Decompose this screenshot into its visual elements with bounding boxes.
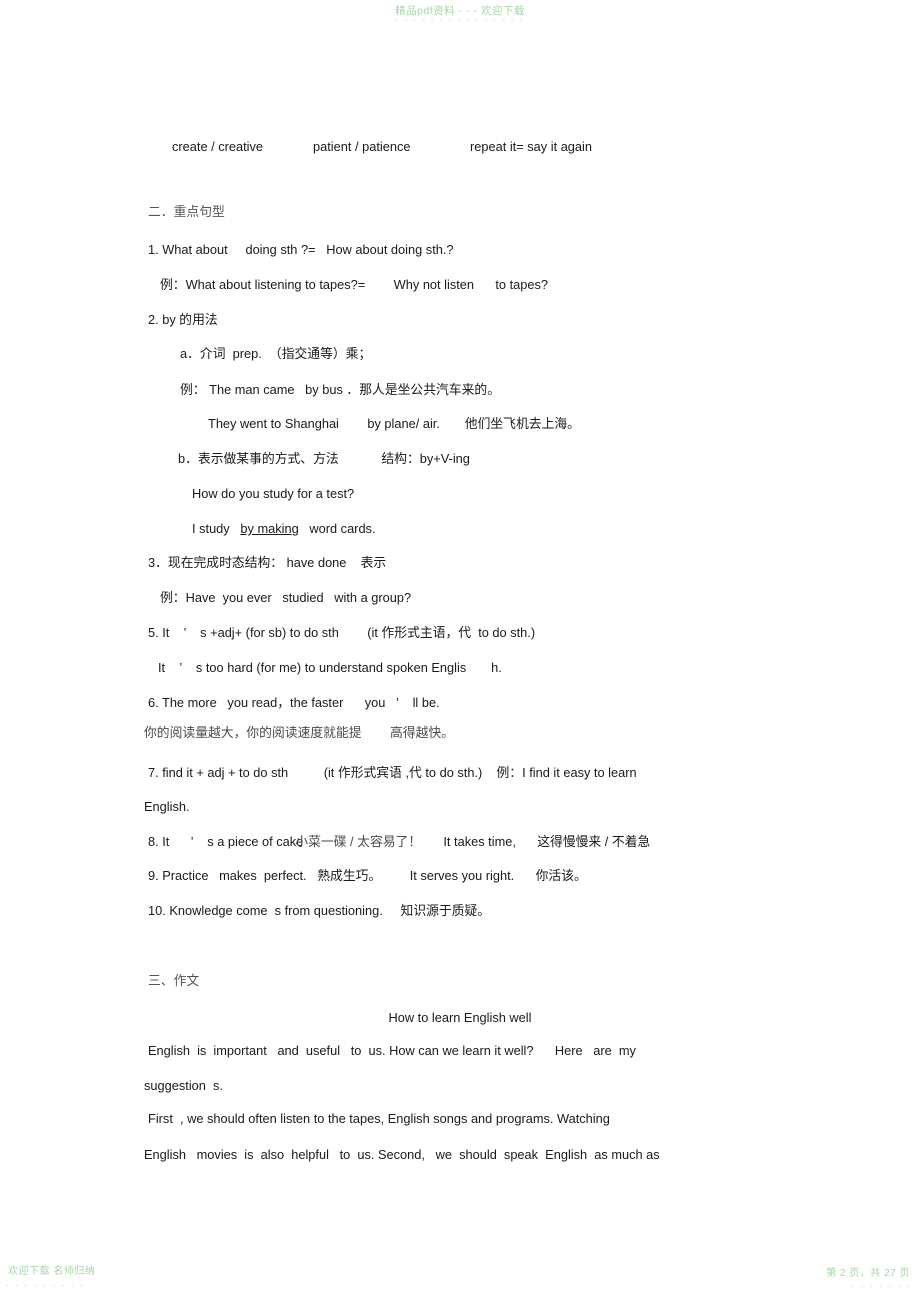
footer-watermark-right-dashes: - - - - - - - bbox=[851, 1282, 912, 1291]
sentence-pattern-2a-example-2: They went to Shanghai by plane/ air. 他们坐… bbox=[208, 416, 580, 431]
essay-title: How to learn English well bbox=[388, 1010, 532, 1025]
answer-underlined: by making bbox=[240, 521, 299, 536]
sentence-pattern-2a: a．介词 prep. （指交通等）乘； bbox=[180, 346, 372, 361]
sentence-pattern-3-example: 例：Have you ever studied with a group? bbox=[160, 590, 412, 605]
vocab-patient-patience: patient / patience bbox=[313, 139, 411, 154]
sentence-pattern-2b: b．表示做某事的方式、方法 结构：by+V-ing bbox=[178, 451, 470, 466]
sentence-pattern-6-translation: 你的阅读量越大，你的阅读速度就能提 高得越快。 bbox=[144, 725, 454, 740]
sentence-pattern-1-example: 例：What about listening to tapes?= Why no… bbox=[160, 277, 549, 292]
document-page: 精品pdf资料 - - - 欢迎下载 - - - - - - - - - - -… bbox=[0, 0, 920, 1303]
sentence-pattern-6: 6. The more you read，the faster you ’ ll… bbox=[148, 695, 440, 710]
vocab-create-creative: create / creative bbox=[172, 139, 264, 154]
footer-watermark-left: 欢迎下载 名师归纳 bbox=[8, 1266, 96, 1277]
sentence-pattern-8: 8. It ’ s a piece of cake小菜一碟 / 太容易了！ It… bbox=[148, 834, 920, 849]
sentence-pattern-3: 3．现在完成时态结构： have done 表示 bbox=[148, 555, 387, 570]
section3-heading: 三、作文 bbox=[148, 973, 200, 988]
sentence-pattern-7: 7. find it + adj + to do sth (it 作形式宾语 ,… bbox=[148, 765, 637, 780]
sentence-pattern-2: 2. by 的用法 bbox=[148, 312, 218, 327]
document-content: create / creative patient / patience rep… bbox=[0, 0, 920, 1161]
pattern-8-english: 8. It ’ s a piece of cake bbox=[148, 834, 304, 849]
top-watermark-dashes: - - - - - - - - - - - - - - - bbox=[395, 15, 525, 24]
sentence-pattern-10: 10. Knowledge come s from questioning. 知… bbox=[148, 903, 491, 918]
footer-page-number: 第 2 页，共 27 页 bbox=[826, 1268, 910, 1279]
sentence-pattern-5: 5. It ’ s +adj+ (for sb) to do sth (it 作… bbox=[148, 625, 536, 640]
sentence-pattern-9: 9. Practice makes perfect. 熟成生巧。 It serv… bbox=[148, 868, 587, 883]
essay-paragraph-1-line-2: suggestion s. bbox=[144, 1078, 223, 1093]
essay-paragraph-2-line-2: English movies is also helpful to us. Se… bbox=[144, 1147, 660, 1162]
sentence-pattern-2a-example: 例： The man came by bus ．那人是坐公共汽车来的。 bbox=[180, 382, 500, 397]
footer-watermark-left-dashes: - - - - - - - - - bbox=[6, 1281, 86, 1290]
sentence-pattern-5-example: It ’ s too hard (for me) to understand s… bbox=[158, 660, 502, 675]
sentence-pattern-1: 1. What about doing sth ?= How about doi… bbox=[148, 242, 454, 257]
pattern-8-gloss: 小菜一碟 / 太容易了！ bbox=[295, 834, 422, 849]
sentence-pattern-2b-question: How do you study for a test? bbox=[192, 486, 355, 501]
answer-prefix: I study bbox=[192, 521, 230, 536]
pattern-8-tail: It takes time, 这得慢慢来 / 不着急 bbox=[443, 834, 651, 849]
sentence-pattern-2b-answer: I study by making word cards. bbox=[192, 521, 376, 536]
vocab-repeat-it: repeat it= say it again bbox=[470, 139, 593, 154]
section2-heading: 二．重点句型 bbox=[148, 204, 225, 219]
answer-suffix: word cards. bbox=[309, 521, 376, 536]
essay-paragraph-2-line-1: First , we should often listen to the ta… bbox=[148, 1111, 610, 1126]
essay-paragraph-1-line-1: English is important and useful to us. H… bbox=[148, 1043, 636, 1058]
sentence-pattern-7-continuation: English. bbox=[144, 799, 190, 814]
